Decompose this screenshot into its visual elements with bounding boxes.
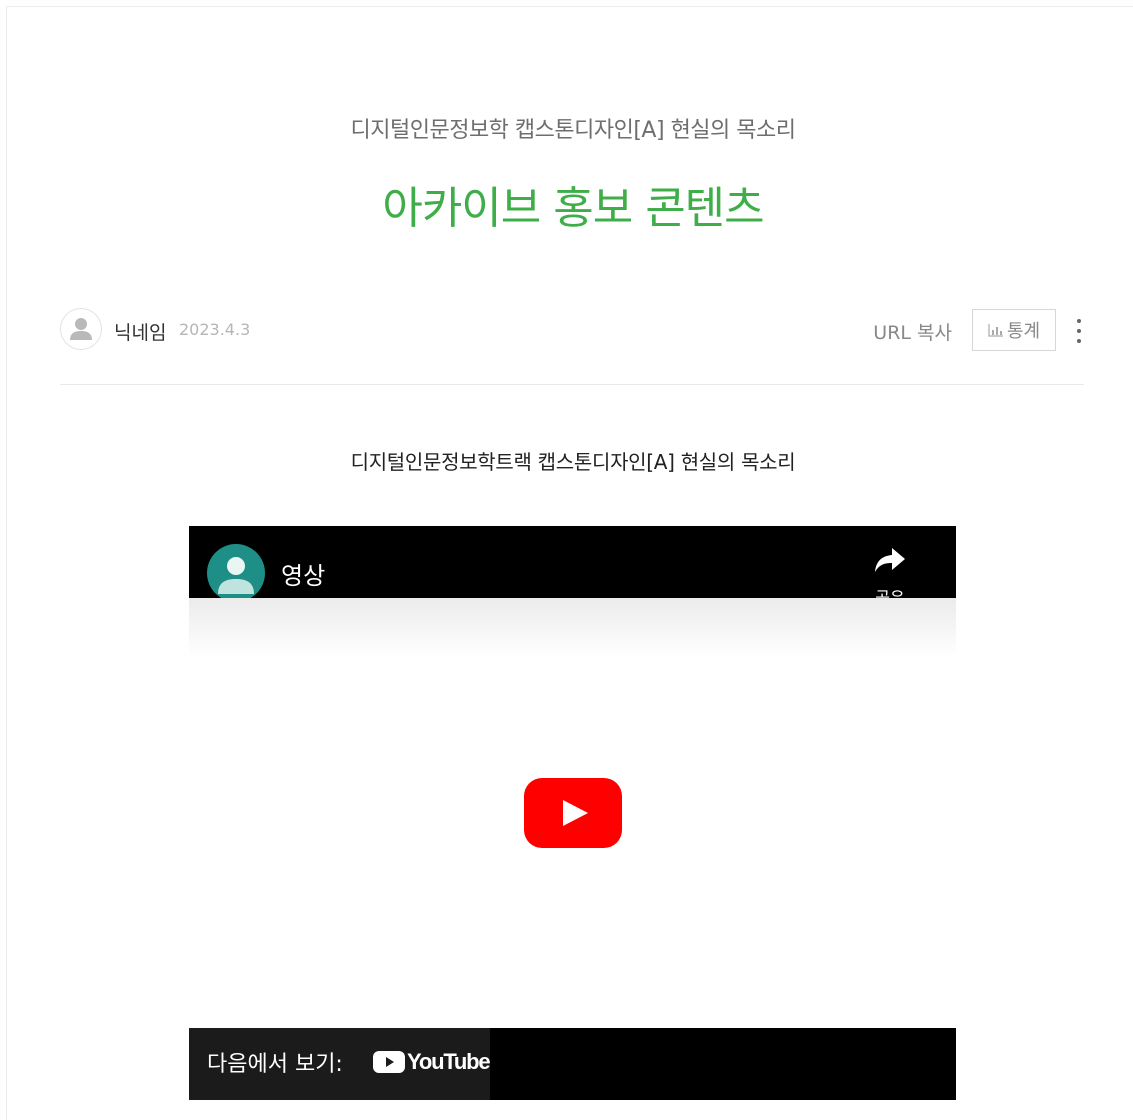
url-copy-button[interactable]: URL 복사 — [873, 318, 952, 345]
user-avatar-icon — [70, 318, 92, 340]
author-avatar[interactable] — [60, 308, 102, 350]
youtube-logo-icon — [373, 1051, 405, 1073]
author-name[interactable]: 닉네임 — [114, 318, 166, 345]
watch-on-label: 다음에서 보기: — [207, 1052, 343, 1077]
meta-divider — [60, 384, 1084, 385]
video-header: 영상 공유 — [189, 526, 956, 607]
video-footer: 다음에서 보기: YouTube — [189, 1028, 956, 1100]
post-body-text: 디지털인문정보학트랙 캡스톤디자인[A] 현실의 목소리 — [350, 450, 796, 474]
youtube-wordmark: YouTube — [407, 1049, 491, 1074]
stats-button[interactable]: 통계 — [972, 309, 1056, 351]
youtube-logo: YouTube — [373, 1048, 491, 1076]
post-category[interactable]: 디지털인문정보학 캡스톤디자인[A] 현실의 목소리 — [0, 112, 1133, 144]
channel-avatar[interactable] — [207, 544, 265, 602]
screen-shade — [189, 598, 956, 658]
stats-chart-icon — [988, 324, 1003, 337]
post-title: 아카이브 홍보 콘텐츠 — [382, 183, 764, 234]
user-avatar-icon — [218, 557, 254, 594]
video-screen[interactable] — [189, 598, 956, 1028]
more-vertical-icon — [1077, 319, 1081, 343]
play-button[interactable] — [524, 778, 622, 848]
share-arrow-icon — [875, 548, 905, 572]
blog-post-page: 디지털인문정보학 캡스톤디자인[A] 현실의 목소리 아카이브 홍보 콘텐츠 닉… — [0, 0, 1133, 1120]
watch-on-youtube-button[interactable]: 다음에서 보기: YouTube — [189, 1028, 491, 1100]
stats-label: 통계 — [1006, 321, 1041, 342]
youtube-embed[interactable]: 영상 공유 다음에서 보기: — [189, 526, 956, 1100]
more-options-button[interactable] — [1074, 316, 1084, 346]
post-meta-bar: 닉네임 2023.4.3 URL 복사 통계 — [60, 306, 1084, 354]
post-date: 2023.4.3 — [179, 320, 251, 339]
video-title[interactable]: 영상 — [281, 556, 325, 591]
play-icon — [524, 778, 622, 848]
